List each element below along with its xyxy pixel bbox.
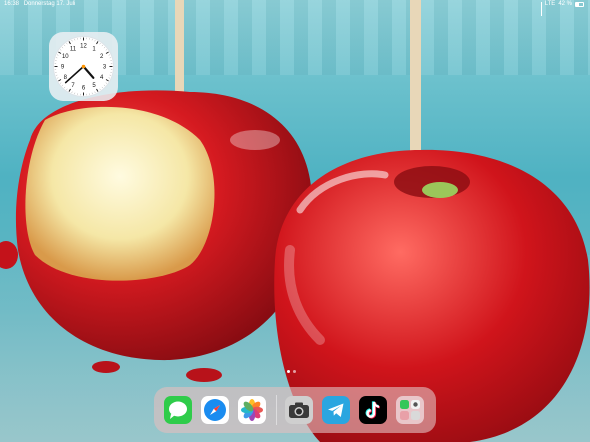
dock-separator — [276, 395, 277, 425]
clock-numeral: 12 — [80, 44, 87, 50]
clock-numeral: 10 — [62, 54, 69, 60]
battery-icon — [575, 2, 584, 7]
camera-app-icon[interactable] — [285, 396, 313, 424]
telegram-app-icon[interactable] — [322, 396, 350, 424]
app-library-icon — [396, 396, 424, 424]
analog-clock-face: 12 1234567891011 — [53, 36, 114, 97]
left-apple-highlight — [230, 130, 280, 150]
clock-center — [81, 64, 86, 69]
caramel-drop — [0, 241, 18, 269]
status-right: LTE 42 % — [538, 0, 584, 16]
messages-icon — [164, 396, 192, 424]
network-type: LTE — [544, 1, 556, 7]
status-date: Donnerstag 17. Juli — [23, 1, 76, 7]
status-time: 16:38 — [4, 1, 20, 7]
page-dot — [293, 370, 296, 373]
status-bar: 16:38 Donnerstag 17. Juli LTE 42 % — [0, 0, 590, 16]
tiktok-app-icon[interactable] — [359, 396, 387, 424]
photos-app-icon[interactable] — [238, 396, 266, 424]
telegram-icon — [322, 396, 350, 424]
tiktok-icon — [359, 396, 387, 424]
right-apple-core — [422, 182, 458, 198]
caramel-drop — [186, 368, 222, 382]
page-dot-active — [287, 370, 290, 373]
caramel-drop — [92, 361, 120, 373]
battery-percent: 42 % — [558, 1, 572, 7]
page-indicator[interactable] — [287, 370, 296, 373]
left-apple-bite — [25, 106, 215, 281]
clock-widget[interactable]: 12 1 2 3 4 5 6 7 8 9 10 11 — [49, 32, 118, 101]
dock — [154, 387, 436, 433]
messages-app-icon[interactable] — [164, 396, 192, 424]
safari-app-icon[interactable] — [201, 396, 229, 424]
photos-icon — [238, 396, 266, 424]
signal-icon — [540, 1, 542, 16]
status-left: 16:38 Donnerstag 17. Juli — [4, 0, 78, 9]
safari-icon — [201, 396, 229, 424]
camera-icon — [285, 396, 313, 424]
clock-numeral: 11 — [70, 46, 77, 52]
app-library-icon-button[interactable] — [396, 396, 424, 424]
